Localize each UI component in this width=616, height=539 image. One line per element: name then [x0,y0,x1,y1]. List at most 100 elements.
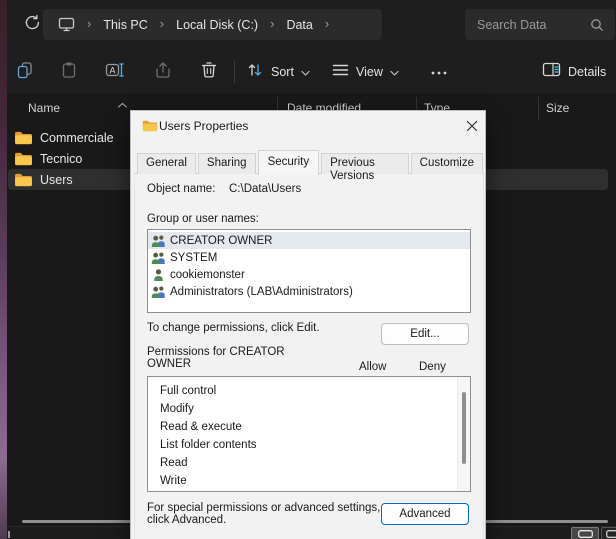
permissions-for-label-line2: OWNER [147,358,191,370]
rename-icon: A [104,60,126,85]
search-icon [590,18,604,37]
column-header-size[interactable]: Size [546,101,569,115]
details-pane-button[interactable]: Details [542,55,606,89]
folder-icon [14,130,33,145]
group-name: SYSTEM [170,252,217,264]
paste-button[interactable] [52,55,86,89]
user-name: cookiemonster [170,269,245,281]
desktop-wallpaper-edge [0,0,7,539]
permission-row-modify[interactable]: Modify [148,400,470,418]
tab-security[interactable]: Security [258,150,320,175]
advanced-hint-line2: click Advanced. [147,514,226,526]
advanced-button-label: Advanced [399,508,450,520]
advanced-button[interactable]: Advanced [381,503,469,525]
folder-icon [14,151,33,166]
file-name: Commerciale [40,131,114,145]
deny-column-label: Deny [419,361,446,373]
object-name-label: Object name: [147,183,215,195]
column-separator[interactable] [538,97,539,121]
group-name: CREATOR OWNER [170,235,272,247]
permissions-list[interactable]: Full control Modify Read & execute List … [147,376,471,492]
breadcrumb-local-disk-c[interactable]: Local Disk (C:) [176,18,258,32]
user-icon [151,268,166,281]
list-item-cookiemonster[interactable]: cookiemonster [148,266,470,283]
permission-row-list-folder-contents[interactable]: List folder contents [148,436,470,454]
permission-row-special-permissions-clipped[interactable]: Special permissions [148,490,470,492]
share-icon [153,60,173,85]
permission-row-write[interactable]: Write [148,472,470,490]
copy-button[interactable] [8,55,42,89]
more-options-button[interactable] [422,55,456,89]
edit-button[interactable]: Edit... [381,323,469,345]
delete-button[interactable] [192,55,226,89]
edit-button-label: Edit... [410,328,439,340]
group-icon [151,285,166,298]
tab-sharing[interactable]: Sharing [198,153,256,174]
chevron-right-icon: › [270,17,274,30]
sort-button[interactable]: Sort [246,55,310,89]
list-item-administrators[interactable]: Administrators (LAB\Administrators) [148,283,470,300]
advanced-hint-line1: For special permissions or advanced sett… [147,502,380,514]
group-user-list[interactable]: CREATOR OWNER SYSTEM cookiemonster Admin… [147,229,471,313]
rename-button[interactable]: A [98,55,132,89]
toolbar-separator [234,61,235,83]
list-item-system[interactable]: SYSTEM [148,249,470,266]
tab-customize[interactable]: Customize [411,153,483,174]
tab-general[interactable]: General [137,153,196,174]
tab-previous-versions[interactable]: Previous Versions [321,153,409,174]
chevron-right-icon: › [87,17,91,30]
copy-icon [15,60,35,85]
chevron-down-icon [301,63,310,81]
vertical-scrollbar[interactable] [457,377,470,491]
object-name-value: C:\Data\Users [229,183,301,195]
groups-list-label: Group or user names: [147,213,259,225]
status-text-clipped [8,531,10,538]
group-icon [151,234,166,247]
details-pane-icon [542,62,561,82]
chevron-down-icon [390,63,399,81]
details-label: Details [568,65,606,79]
list-item-creator-owner[interactable]: CREATOR OWNER [148,232,470,249]
breadcrumb-data[interactable]: Data [286,18,312,32]
permission-row-read[interactable]: Read [148,454,470,472]
group-icon [151,251,166,264]
paste-icon [59,60,79,85]
folder-icon [142,119,158,132]
permissions-for-label-line1: Permissions for CREATOR [147,346,285,358]
screen: › This PC › Local Disk (C:) › Data › A [0,0,616,539]
dialog-tab-strip: General Sharing Security Previous Versio… [137,150,485,174]
search-input[interactable] [465,18,585,32]
permission-row-full-control[interactable]: Full control [148,382,470,400]
sort-ascending-caret-icon [117,95,128,113]
column-header-name[interactable]: Name [28,101,60,115]
file-name: Tecnico [40,152,82,166]
scrollbar-thumb[interactable] [462,392,466,464]
search-box[interactable] [465,9,615,40]
close-button[interactable] [461,116,483,138]
group-name: Administrators (LAB\Administrators) [170,286,353,298]
share-button[interactable] [146,55,180,89]
users-properties-dialog: Users Properties General Sharing Securit… [130,110,486,539]
details-view-toggle-button[interactable] [571,527,599,539]
svg-text:A: A [109,65,115,75]
address-bar[interactable]: › This PC › Local Disk (C:) › Data › [43,9,382,40]
view-icon [332,63,349,82]
folder-icon [14,172,33,187]
close-icon [466,120,478,135]
sort-icon [246,61,264,84]
view-label: View [356,65,383,79]
delete-icon [199,60,219,85]
sort-label: Sort [271,65,294,79]
edit-hint-text: To change permissions, click Edit. [147,322,320,334]
chevron-right-icon: › [325,17,329,30]
refresh-button[interactable] [20,13,44,37]
view-button[interactable]: View [332,55,399,89]
permission-row-read-execute[interactable]: Read & execute [148,418,470,436]
dialog-title: Users Properties [159,119,248,133]
allow-column-label: Allow [359,361,386,373]
refresh-icon [24,14,41,36]
thumbnails-view-toggle-button[interactable] [601,527,616,539]
file-name: Users [40,173,73,187]
ellipsis-icon [430,63,448,81]
breadcrumb-this-pc[interactable]: This PC [103,18,147,32]
